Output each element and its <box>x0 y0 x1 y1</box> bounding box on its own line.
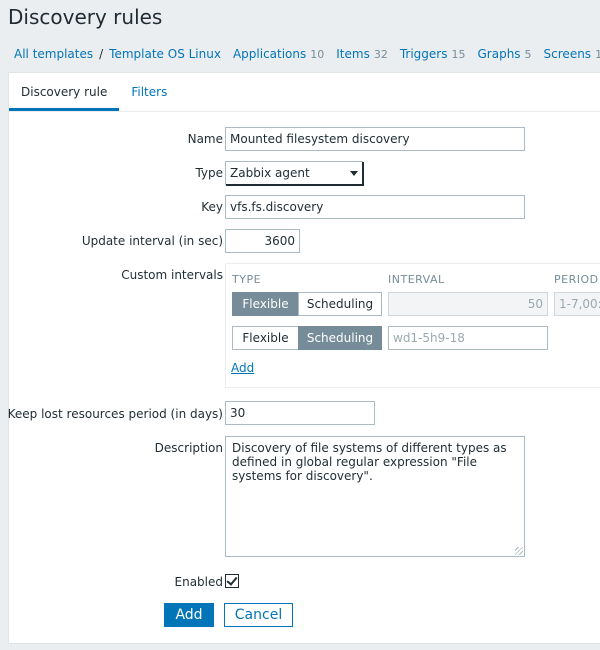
add-button[interactable]: Add <box>164 603 214 627</box>
column-interval: INTERVAL <box>388 273 445 286</box>
key-label: Key <box>201 200 223 214</box>
type-select[interactable]: Zabbix agent <box>225 161 364 186</box>
nav-items-label[interactable]: Items <box>336 47 370 61</box>
column-period: PERIOD <box>554 273 599 286</box>
nav-applications-count: 10 <box>310 48 325 61</box>
tab-bar: Discovery rule Filters <box>9 73 179 111</box>
tab-divider <box>9 111 600 112</box>
type-select-value: Zabbix agent <box>230 166 310 180</box>
breadcrumb-separator: / <box>99 47 104 61</box>
nav-triggers-count: 15 <box>451 48 466 61</box>
nav-screens-label[interactable]: Screens <box>544 47 592 61</box>
column-type: TYPE <box>232 273 262 286</box>
page-title: Discovery rules <box>8 5 163 29</box>
keep-lost-label: Keep lost resources period (in days) <box>7 407 223 421</box>
nav-graphs[interactable]: Graphs 5 <box>477 47 531 61</box>
nav-items-count: 32 <box>373 48 388 61</box>
custom-intervals-label: Custom intervals <box>121 268 223 282</box>
update-interval-input[interactable] <box>225 229 300 253</box>
form-panel: Discovery rule Filters Name Type Zabbix … <box>8 72 600 644</box>
breadcrumb-all-templates[interactable]: All templates <box>14 47 93 61</box>
update-interval-label: Update interval (in sec) <box>81 234 223 248</box>
description-label: Description <box>154 441 223 455</box>
row1-flexible-button[interactable]: Flexible <box>232 292 299 316</box>
tab-filters[interactable]: Filters <box>119 73 179 111</box>
nav-items[interactable]: Items 32 <box>336 47 388 61</box>
row1-interval-input[interactable]: 50 <box>388 292 548 316</box>
row1-period-input[interactable]: 1-7,00:0 <box>554 292 600 316</box>
description-textarea[interactable]: Discovery of file systems of different t… <box>225 436 525 557</box>
key-input[interactable] <box>225 195 525 219</box>
enabled-checkbox[interactable] <box>225 574 239 588</box>
breadcrumb: All templates / Template OS Linux Applic… <box>14 47 600 61</box>
row2-interval-input[interactable]: wd1-5h9-18 <box>388 326 548 350</box>
breadcrumb-template[interactable]: Template OS Linux <box>109 47 221 61</box>
nav-screens[interactable]: Screens 1 <box>544 47 600 61</box>
row2-scheduling-button[interactable]: Scheduling <box>298 326 382 350</box>
nav-graphs-count: 5 <box>524 48 532 61</box>
select-shadow <box>362 162 364 186</box>
add-interval-link[interactable]: Add <box>231 361 254 375</box>
row1-scheduling-button[interactable]: Scheduling <box>298 292 382 316</box>
nav-applications[interactable]: Applications 10 <box>233 47 324 61</box>
name-input[interactable] <box>225 127 525 151</box>
resize-grip-icon[interactable] <box>515 547 523 555</box>
nav-screens-count: 1 <box>595 48 600 61</box>
select-shadow <box>226 184 362 186</box>
chevron-down-icon <box>350 171 358 176</box>
name-label: Name <box>187 132 223 146</box>
row2-flexible-button[interactable]: Flexible <box>232 326 299 350</box>
nav-applications-label[interactable]: Applications <box>233 47 306 61</box>
enabled-label: Enabled <box>174 575 224 589</box>
type-label: Type <box>195 166 223 180</box>
keep-lost-input[interactable] <box>225 401 375 425</box>
tab-discovery-rule[interactable]: Discovery rule <box>9 73 120 111</box>
nav-graphs-label[interactable]: Graphs <box>477 47 520 61</box>
nav-triggers[interactable]: Triggers 15 <box>400 47 466 61</box>
custom-intervals-table: TYPE INTERVAL PERIOD Flexible Scheduling… <box>225 263 600 388</box>
nav-triggers-label[interactable]: Triggers <box>400 47 448 61</box>
cancel-button[interactable]: Cancel <box>224 603 293 627</box>
